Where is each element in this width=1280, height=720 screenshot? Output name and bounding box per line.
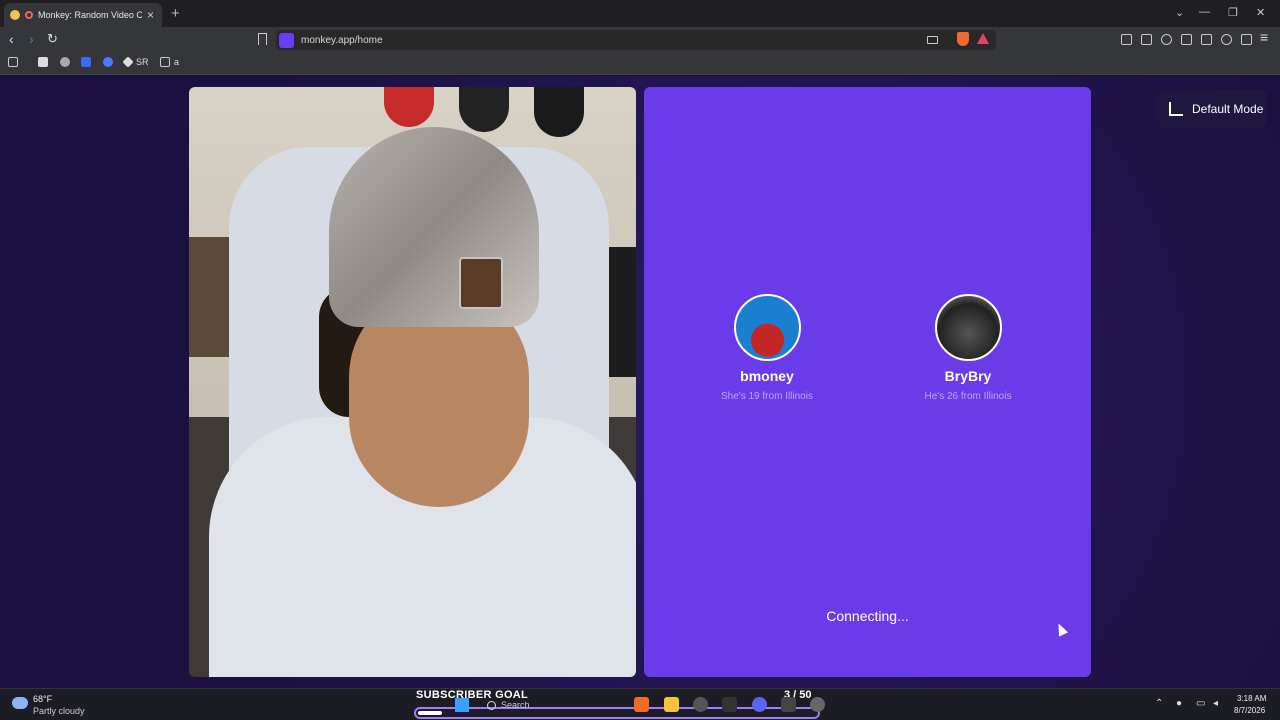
windows-start-icon[interactable] xyxy=(455,698,469,712)
browser-toolbar: ‹ › ↻ monkey.app/home ≡ xyxy=(0,27,1280,53)
obs-icon[interactable] xyxy=(810,697,825,712)
sidebar-icon[interactable] xyxy=(1181,34,1192,45)
avatar xyxy=(934,294,1002,361)
avatar xyxy=(733,294,801,361)
file-explorer-icon[interactable] xyxy=(664,697,679,712)
discord-icon[interactable] xyxy=(752,697,767,712)
media-icon[interactable] xyxy=(1161,34,1172,45)
browser-tab[interactable]: Monkey: Random Video Chat × xyxy=(4,3,162,27)
mode-label: Default Mode xyxy=(1192,102,1264,116)
bookmarks-bar: SR a xyxy=(0,53,1280,75)
collapse-icon xyxy=(1169,102,1183,116)
bookmark-item[interactable]: SR xyxy=(122,56,149,68)
url-text: monkey.app/home xyxy=(301,34,383,46)
restore-button[interactable]: ❐ xyxy=(1228,6,1238,19)
weather-desc: Partly cloudy xyxy=(33,706,85,716)
search-label: Search xyxy=(501,700,530,710)
profile-name: BryBry xyxy=(944,368,992,384)
profile-card-brybry[interactable]: BryBry He's 26 from Illinois xyxy=(898,294,1038,402)
leo-ai-icon[interactable] xyxy=(1221,34,1232,45)
reload-button[interactable]: ↻ xyxy=(47,31,58,47)
weather-icon[interactable] xyxy=(12,697,28,709)
brave-shields-icon[interactable] xyxy=(957,32,969,46)
cast-icon[interactable] xyxy=(927,36,938,44)
brave-browser-icon[interactable] xyxy=(634,697,649,712)
back-button[interactable]: ‹ xyxy=(9,31,14,47)
profile-name: bmoney xyxy=(740,368,794,384)
clock-date[interactable]: 8/7/2026 xyxy=(1234,706,1265,715)
downloads-icon[interactable] xyxy=(1141,34,1152,45)
search-icon xyxy=(487,700,496,710)
clock-time[interactable]: 3:18 AM xyxy=(1237,694,1266,703)
bookmark-icon[interactable] xyxy=(258,33,267,45)
profile-info: He's 26 from Illinois xyxy=(924,391,1012,402)
bookmark-favicon-icon xyxy=(81,57,91,67)
match-panel: bmoney She's 19 from Illinois BryBry He'… xyxy=(644,87,1091,677)
menu-icon[interactable]: ≡ xyxy=(1260,29,1268,45)
vpn-icon[interactable] xyxy=(1241,34,1252,45)
address-bar[interactable]: monkey.app/home xyxy=(276,30,996,50)
wallet-icon[interactable] xyxy=(1201,34,1212,45)
bookmark-folder[interactable]: a xyxy=(160,57,179,67)
profile-info: She's 19 from Illinois xyxy=(721,391,813,402)
recording-icon xyxy=(25,11,33,19)
tab-title: Monkey: Random Video Chat xyxy=(38,10,142,20)
tab-close-icon[interactable]: × xyxy=(147,9,154,21)
tab-bar: Monkey: Random Video Chat × + ⌄ — ❐ ✕ xyxy=(0,0,1280,27)
tab-search-icon[interactable]: ⌄ xyxy=(1175,6,1184,19)
monkey-favicon-icon xyxy=(10,10,20,20)
monkey-page: bmoney She's 19 from Illinois BryBry He'… xyxy=(0,76,1280,688)
new-tab-button[interactable]: + xyxy=(171,5,180,22)
volume-icon[interactable]: ◂ xyxy=(1213,698,1218,709)
network-icon[interactable]: ▭ xyxy=(1196,698,1205,709)
folder-icon xyxy=(160,57,170,67)
bookmark-item[interactable] xyxy=(60,57,74,67)
forward-button[interactable]: › xyxy=(29,31,34,47)
media-player-icon[interactable] xyxy=(693,697,708,712)
site-info-icon[interactable] xyxy=(279,32,294,48)
bookmark-item[interactable] xyxy=(103,57,117,67)
bookmark-item[interactable] xyxy=(38,57,52,67)
default-mode-button[interactable]: Default Mode xyxy=(1157,90,1267,128)
self-video-feed xyxy=(189,87,636,677)
close-window-button[interactable]: ✕ xyxy=(1256,6,1265,19)
taskbar-search[interactable]: Search xyxy=(480,696,590,714)
windows-taskbar: 68°F Partly cloudy SUBSCRIBER GOAL 3 / 5… xyxy=(0,688,1280,720)
connecting-status: Connecting... xyxy=(826,608,909,624)
bookmark-favicon-icon xyxy=(38,57,48,67)
app-icon[interactable] xyxy=(781,697,796,712)
subscriber-progress-fill xyxy=(418,711,442,715)
brave-rewards-icon[interactable] xyxy=(977,33,989,44)
apps-grid-icon[interactable] xyxy=(8,57,18,67)
bookmark-item[interactable] xyxy=(81,57,95,67)
extensions-icon[interactable] xyxy=(1121,34,1132,45)
profile-card-bmoney[interactable]: bmoney She's 19 from Illinois xyxy=(697,294,837,402)
microphone-icon[interactable]: ● xyxy=(1176,698,1182,709)
minimize-button[interactable]: — xyxy=(1199,6,1210,18)
bookmark-favicon-icon xyxy=(122,56,134,68)
settings-icon[interactable] xyxy=(722,697,737,712)
tray-chevron-icon[interactable]: ⌃ xyxy=(1155,698,1163,709)
weather-temp: 68°F xyxy=(33,694,53,704)
bookmark-favicon-icon xyxy=(103,57,113,67)
globe-icon xyxy=(60,57,70,67)
